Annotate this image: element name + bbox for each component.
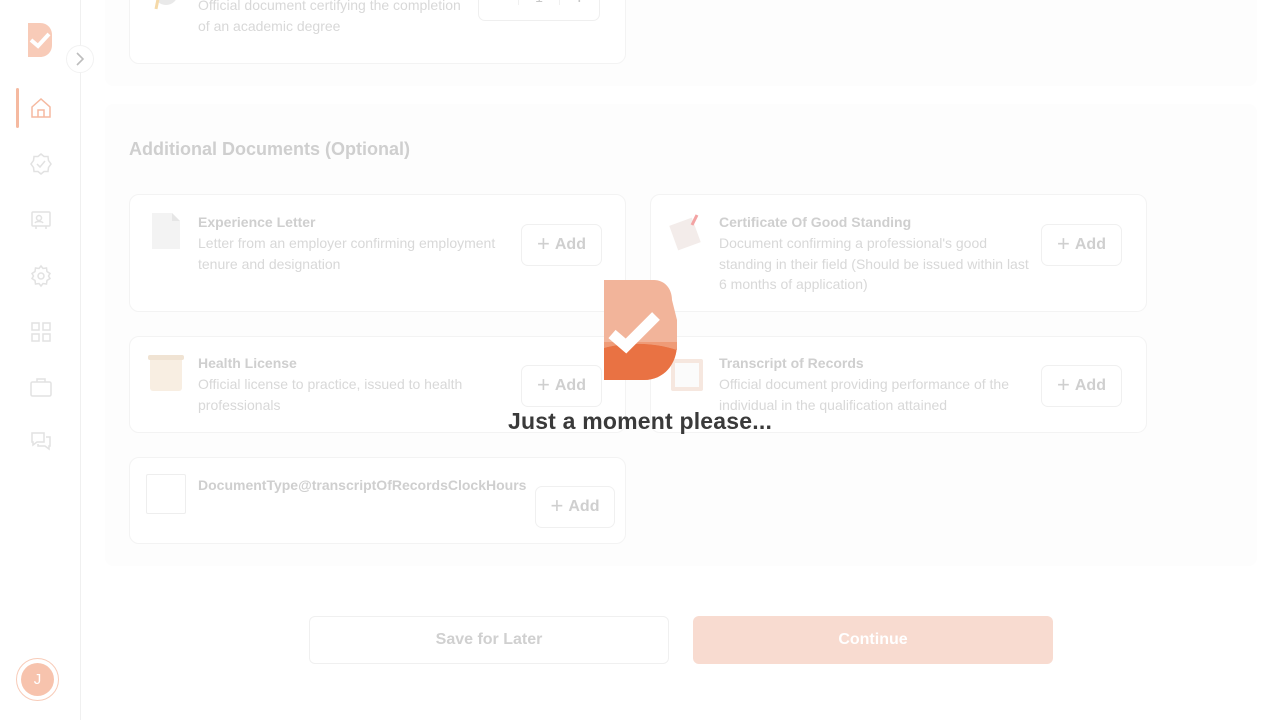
loading-message: Just a moment please... bbox=[507, 408, 773, 434]
app-logo-spinner bbox=[604, 280, 677, 380]
loading-overlay: Just a moment please... bbox=[0, 0, 1280, 720]
